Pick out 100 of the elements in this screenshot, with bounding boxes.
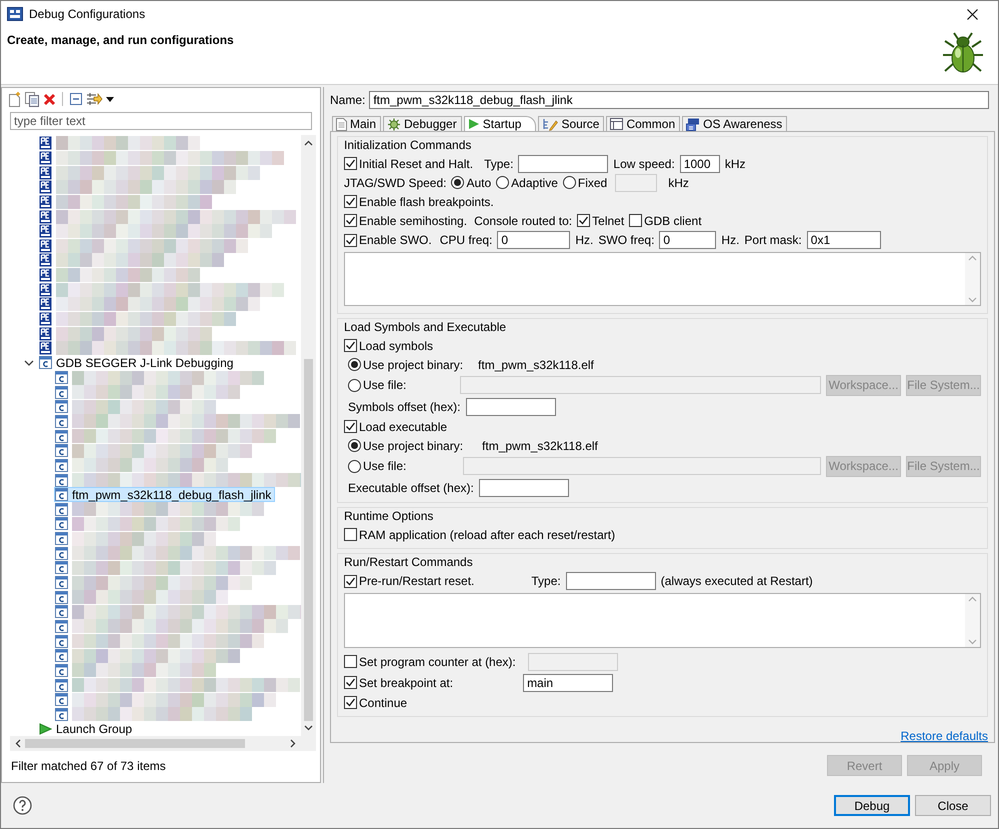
port-mask-field[interactable]: 0x1 [806,231,881,249]
checkbox[interactable] [344,234,357,246]
checkbox[interactable] [344,574,357,588]
tab[interactable]: Main [332,116,382,131]
cpu-freq-field[interactable]: 0 [497,231,570,249]
scroll-down-icon[interactable] [304,725,313,731]
filter-field[interactable]: type filter text [10,112,312,130]
project-icon [39,268,52,282]
os-icon [686,118,700,130]
dialog-button[interactable]: Close [915,795,991,816]
radio-label: Use project binary: [363,438,464,452]
restore-defaults-link[interactable]: Restore defaults [900,729,988,743]
project-icon [39,297,52,312]
unit-label: kHz [668,176,689,190]
tab[interactable]: Source [538,116,604,131]
c-file-icon [55,414,68,428]
swo-freq-field[interactable]: 0 [659,231,716,249]
scrollbar-thumb[interactable] [304,359,313,721]
checkbox-label: GDB client [644,214,702,228]
file-path-field[interactable] [460,376,821,394]
checkbox-label: Enable SWO. [359,233,432,247]
project-icon [39,238,52,253]
dialog-button[interactable]: Debug [834,795,910,816]
scroll-right-icon[interactable] [290,739,296,748]
checkbox[interactable] [344,528,357,541]
checkbox[interactable] [577,214,590,227]
c-file-icon [55,532,68,546]
scroll-left-icon[interactable] [15,739,21,748]
project-icon [39,326,52,341]
checkbox[interactable] [344,339,357,352]
note-text: (always executed at Restart) [660,574,813,588]
radio-button[interactable] [451,176,464,189]
radio-label: Auto [466,176,492,190]
offset-field[interactable] [478,478,569,496]
project-icon [39,210,52,224]
chevron-icon[interactable] [24,358,34,368]
source-icon [542,118,558,130]
close-icon[interactable] [967,8,978,20]
radio-label: Use project binary: [363,358,464,372]
checkbox[interactable] [344,214,357,227]
c-file-icon [39,356,52,370]
scrollbar-thumb[interactable] [25,739,245,748]
file-path-field[interactable] [463,457,821,475]
program-counter-field[interactable] [528,652,618,670]
filter-icon[interactable] [86,92,103,106]
checkbox[interactable] [344,676,357,689]
unit-label: Hz. [721,233,740,247]
tab[interactable]: Debugger [383,116,462,131]
dropdown-caret-icon[interactable] [106,96,114,102]
c-file-icon [55,649,68,662]
fixed-speed-field[interactable] [615,174,658,192]
window-title: Debug Configurations [29,7,146,21]
delete-icon[interactable] [43,92,56,106]
field-label: Type: [484,156,514,170]
tab[interactable]: Startup [464,116,536,131]
c-file-icon [55,502,68,516]
low-speed-field[interactable]: 1000 [680,154,720,172]
c-file-icon [55,605,68,618]
checkbox[interactable] [344,157,357,170]
radio-button[interactable] [496,176,510,189]
c-file-icon [55,517,68,530]
field-label: JTAG/SWD Speed: [344,176,446,190]
play-icon [468,118,480,130]
project-icon [39,150,52,165]
radio-button[interactable] [348,378,361,392]
duplicate-icon[interactable] [25,92,40,106]
c-file-icon [55,458,68,472]
new-document-icon[interactable] [8,92,22,106]
c-file-icon [55,708,68,721]
c-file-icon [55,474,68,487]
tree-item[interactable]: Launch Group [38,722,136,736]
checkbox[interactable] [344,655,357,668]
breakpoint-field[interactable]: main [523,674,614,692]
section-title: Runtime Options [344,509,434,525]
checkbox[interactable] [344,696,357,709]
c-file-icon [55,576,68,590]
checkbox[interactable] [344,420,357,433]
collapse-all-icon[interactable] [69,92,83,106]
name-field[interactable]: ftm_pwm_s32k118_debug_flash_jlink [369,91,989,109]
tab[interactable]: OS Awareness [682,116,788,131]
checkbox[interactable] [629,214,642,227]
c-file-icon [55,664,68,677]
project-icon [39,312,52,326]
tab[interactable]: Common [606,116,680,131]
name-label: Name: [330,93,366,107]
scroll-up-icon[interactable] [304,140,313,146]
binary-name: ftm_pwm_s32k118.elf [482,438,598,452]
radio-button[interactable] [348,460,361,472]
checkbox[interactable] [344,195,357,208]
type-field[interactable] [566,572,656,590]
radio-button[interactable] [348,439,361,452]
project-icon [39,253,52,268]
radio-button[interactable] [562,176,576,189]
help-icon[interactable] [13,796,32,815]
c-file-icon [55,386,68,399]
header-title: Create, manage, and run configurations [7,33,234,49]
checkbox-label: Pre-run/Restart reset. [359,574,474,588]
radio-button[interactable] [348,358,361,371]
offset-field[interactable] [466,398,556,416]
type-field[interactable] [518,154,608,172]
